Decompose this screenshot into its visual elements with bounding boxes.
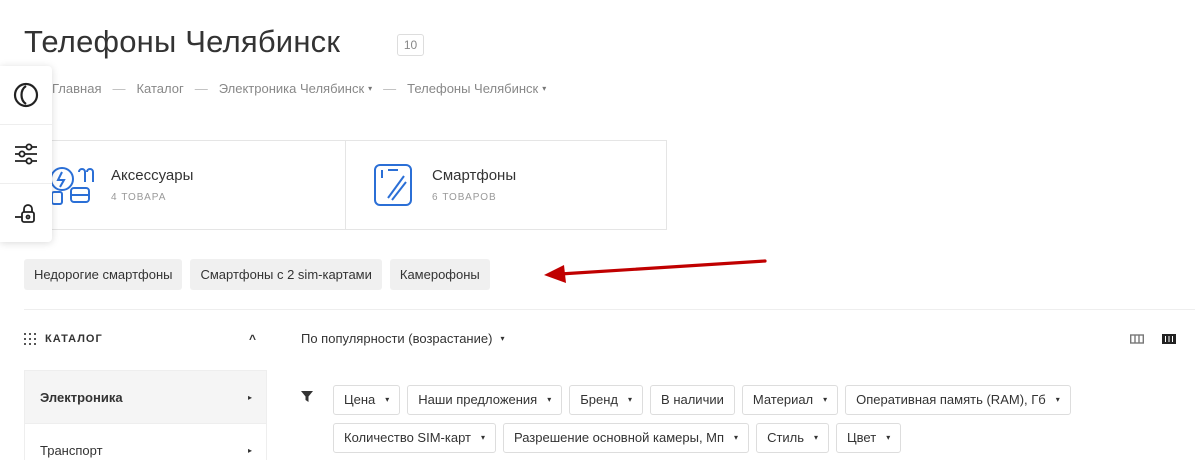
chevron-right-icon: ▸: [247, 445, 252, 455]
divider: [24, 309, 1195, 310]
side-tool-logo[interactable]: [0, 66, 52, 125]
filter-label: Разрешение основной камеры, Мп: [513, 430, 725, 445]
landing-tags: Недорогие смартфоны Смартфоны с 2 sim-ка…: [24, 259, 498, 290]
chevron-down-icon: ▾: [480, 433, 485, 442]
breadcrumb-dropdown-caret-icon[interactable]: ▾: [368, 84, 372, 93]
chevron-down-icon: ▾: [886, 433, 891, 442]
chevron-down-icon: ▾: [628, 395, 633, 404]
breadcrumb-phones[interactable]: Телефоны Челябинск: [407, 81, 538, 96]
chevron-down-icon: ▾: [547, 395, 552, 404]
filter-brand[interactable]: Бренд ▾: [569, 385, 644, 415]
sliders-icon: [15, 143, 37, 165]
catalog-item-transport[interactable]: Транспорт ▸: [25, 424, 266, 460]
category-tile-smartphones[interactable]: Смартфоны 6 ТОВАРОВ: [345, 141, 665, 229]
side-tools-panel: [0, 66, 52, 242]
accessories-icon: [50, 167, 94, 205]
subcategory-tiles: Аксессуары 4 ТОВАРА Смартфоны 6 ТОВАРОВ: [24, 140, 667, 230]
filter-label: Количество SIM-карт: [344, 430, 471, 445]
category-name: Аксессуары: [111, 167, 194, 184]
list-view-icon[interactable]: [1130, 333, 1144, 345]
side-tool-access[interactable]: [0, 184, 52, 243]
chevron-down-icon: ▾: [1055, 395, 1060, 404]
lock-share-icon: [15, 203, 35, 223]
filter-label: Материал: [752, 392, 814, 407]
category-count: 4 ТОВАРА: [111, 192, 167, 203]
sort-label: По популярности (возрастание): [301, 331, 493, 346]
chevron-down-icon: ▾: [385, 395, 390, 404]
filter-label: Наши предложения: [418, 392, 538, 407]
filter-style[interactable]: Стиль ▾: [756, 423, 830, 453]
filter-bar: Цена ▾ Наши предложения ▾ Бренд ▾ В нали…: [333, 385, 1173, 460]
breadcrumb-home[interactable]: Главная: [52, 81, 101, 96]
chevron-down-icon: ▾: [500, 334, 505, 343]
chevron-right-icon: ▸: [247, 392, 252, 402]
filter-label: Стиль: [767, 430, 805, 445]
filter-camera-resolution[interactable]: Разрешение основной камеры, Мп ▾: [502, 423, 750, 453]
tag-dual-sim-smartphones[interactable]: Смартфоны с 2 sim-картами: [190, 259, 382, 290]
circle-logo-icon: [13, 82, 39, 108]
chevron-up-icon[interactable]: ^: [249, 332, 257, 346]
breadcrumb-separator: —: [112, 81, 126, 96]
category-name: Смартфоны: [432, 167, 517, 184]
tag-camera-phones[interactable]: Камерофоны: [389, 259, 490, 290]
filter-label: Цена: [344, 392, 376, 407]
catalog-item-electronics[interactable]: Электроника ▸: [25, 371, 266, 424]
filter-label: Бренд: [580, 392, 619, 407]
breadcrumb-dropdown-caret-icon[interactable]: ▾: [542, 84, 546, 93]
table-view-icon[interactable]: [1162, 333, 1176, 345]
annotation-arrow-icon: [544, 259, 767, 283]
catalog-menu: Электроника ▸ Транспорт ▸: [24, 370, 267, 460]
product-count-badge: 10: [397, 34, 424, 56]
page-title: Телефоны Челябинск: [24, 24, 341, 59]
view-switcher: [1130, 333, 1176, 345]
breadcrumb-separator: —: [194, 81, 208, 96]
tag-cheap-smartphones[interactable]: Недорогие смартфоны: [24, 259, 183, 290]
filter-label: Оперативная память (RAM), Гб: [856, 392, 1046, 407]
side-tool-filters[interactable]: [0, 125, 52, 184]
smartphone-icon: [374, 164, 412, 206]
catalog-header[interactable]: КАТАЛОГ ^: [24, 332, 267, 346]
breadcrumb: Главная — Каталог — Электроника Челябинс…: [52, 81, 546, 96]
filter-ram[interactable]: Оперативная память (RAM), Гб ▾: [845, 385, 1071, 415]
sort-dropdown[interactable]: По популярности (возрастание) ▾: [301, 331, 504, 346]
breadcrumb-catalog[interactable]: Каталог: [136, 81, 183, 96]
filter-color[interactable]: Цвет ▾: [836, 423, 902, 453]
chevron-down-icon: ▾: [823, 395, 828, 404]
filter-label: Цвет: [847, 430, 877, 445]
category-count: 6 ТОВАРОВ: [432, 192, 497, 203]
filter-in-stock[interactable]: В наличии: [650, 385, 735, 415]
chevron-down-icon: ▾: [814, 433, 819, 442]
filter-label: В наличии: [661, 392, 724, 407]
catalog-item-label: Транспорт: [40, 442, 103, 458]
category-tile-accessories[interactable]: Аксессуары 4 ТОВАРА: [25, 141, 345, 229]
chevron-down-icon: ▾: [734, 433, 739, 442]
filter-price[interactable]: Цена ▾: [333, 385, 401, 415]
filter-funnel-icon: [301, 391, 313, 402]
filter-material[interactable]: Материал ▾: [741, 385, 839, 415]
filter-sim-count[interactable]: Количество SIM-карт ▾: [333, 423, 496, 453]
grid-dots-icon: [24, 333, 36, 345]
filter-offers[interactable]: Наши предложения ▾: [407, 385, 563, 415]
catalog-heading: КАТАЛОГ: [45, 333, 103, 345]
breadcrumb-separator: —: [383, 81, 397, 96]
breadcrumb-electronics[interactable]: Электроника Челябинск: [219, 81, 364, 96]
catalog-item-label: Электроника: [40, 389, 123, 405]
